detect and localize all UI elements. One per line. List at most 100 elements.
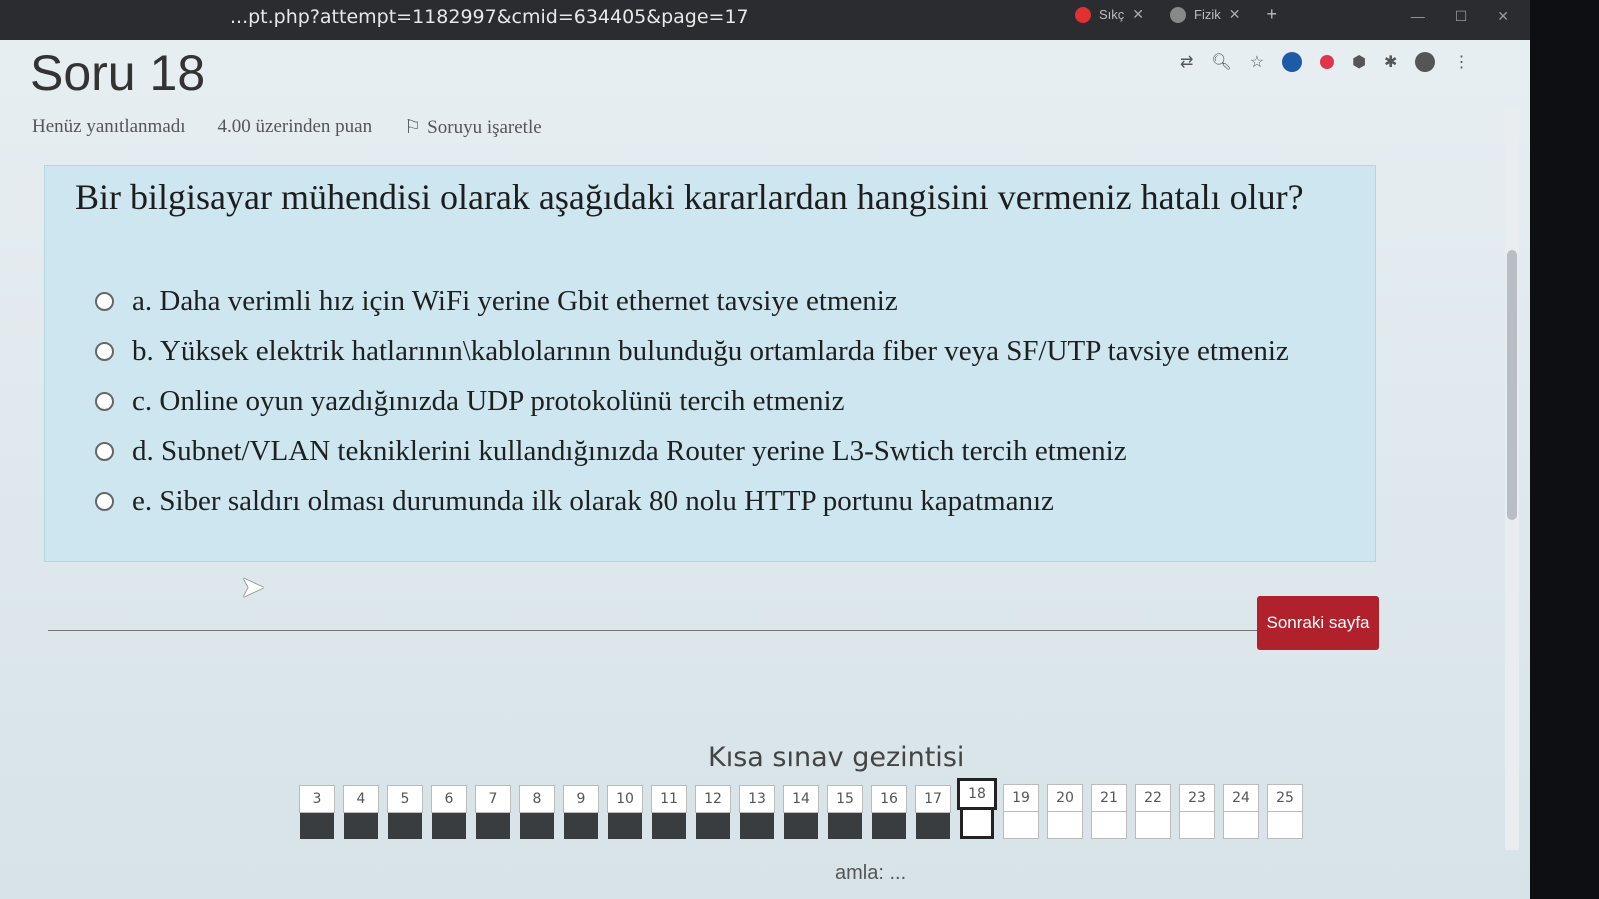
- new-tab-icon[interactable]: +: [1266, 4, 1277, 25]
- quiz-nav-button-18[interactable]: 18: [957, 778, 997, 839]
- tab-2[interactable]: Fizik ✕: [1170, 4, 1240, 25]
- quiz-nav-number: 9: [563, 785, 599, 813]
- quiz-nav-button-4[interactable]: 4: [343, 785, 379, 839]
- quiz-nav-state: [388, 813, 422, 839]
- next-page-button[interactable]: Sonraki sayfa: [1257, 596, 1379, 650]
- quiz-nav-state: [740, 813, 774, 839]
- quiz-nav-button-14[interactable]: 14: [783, 785, 819, 839]
- zoom-icon[interactable]: 🔍︎: [1211, 52, 1231, 72]
- answer-label: a. Daha verimli hız için WiFi yerine Gbi…: [132, 284, 898, 317]
- close-window-icon[interactable]: ✕: [1497, 8, 1509, 25]
- quiz-nav-number: 3: [299, 785, 335, 813]
- profile-icon[interactable]: [1415, 52, 1436, 72]
- quiz-nav-state: [300, 813, 334, 839]
- question-info: Henüz yanıtlanmadı 4.00 üzerinden puan ⚐…: [32, 116, 542, 139]
- mouse-cursor-icon: ➤: [240, 571, 266, 604]
- quiz-nav-number: 16: [871, 785, 907, 813]
- quiz-nav-state: [872, 813, 906, 839]
- quiz-nav-button-6[interactable]: 6: [431, 785, 467, 839]
- extension-icon[interactable]: ⬢: [1352, 52, 1366, 72]
- scrollbar[interactable]: [1505, 110, 1519, 850]
- answer-list: a. Daha verimli hız için WiFi yerine Gbi…: [95, 276, 1289, 526]
- star-icon[interactable]: ☆: [1250, 52, 1264, 72]
- quiz-nav-button-25[interactable]: 25: [1267, 784, 1303, 839]
- points-text: 4.00 üzerinden puan: [217, 116, 373, 137]
- quiz-nav-button-15[interactable]: 15: [827, 785, 863, 839]
- radio-button[interactable]: [95, 491, 114, 511]
- close-icon[interactable]: ✕: [1229, 6, 1241, 23]
- quiz-nav-number: 6: [431, 785, 467, 813]
- quiz-nav-state: [564, 813, 598, 839]
- quiz-nav-button-5[interactable]: 5: [387, 785, 423, 839]
- quiz-nav-number: 17: [915, 785, 951, 813]
- quiz-nav-button-7[interactable]: 7: [475, 785, 511, 839]
- flag-question-link[interactable]: ⚐ Soruyu işaretle: [404, 116, 542, 139]
- quiz-nav-number: 5: [387, 785, 423, 813]
- quiz-nav-number: 10: [607, 785, 643, 813]
- quiz-nav-button-11[interactable]: 11: [651, 785, 687, 839]
- answer-option-c[interactable]: c. Online oyun yazdığınızda UDP protokol…: [95, 376, 1289, 426]
- quiz-nav-button-3[interactable]: 3: [299, 785, 335, 839]
- maximize-icon[interactable]: ☐: [1455, 8, 1468, 25]
- answer-label: d. Subnet/VLAN tekniklerini kullandığını…: [132, 434, 1127, 467]
- quiz-nav-button-16[interactable]: 16: [871, 785, 907, 839]
- puzzle-icon[interactable]: ✱: [1384, 52, 1397, 72]
- quiz-nav-state: [696, 813, 730, 839]
- quiz-nav-state: [1047, 812, 1083, 839]
- quiz-nav-button-19[interactable]: 19: [1003, 784, 1039, 839]
- quiz-nav-state: [1179, 812, 1215, 839]
- footer-text: amla: ...: [835, 862, 907, 884]
- quiz-nav-button-24[interactable]: 24: [1223, 784, 1259, 839]
- quiz-nav-button-12[interactable]: 12: [695, 785, 731, 839]
- flag-icon: ⚐: [404, 117, 422, 138]
- quiz-nav-button-10[interactable]: 10: [607, 785, 643, 839]
- answer-option-b[interactable]: b. Yüksek elektrik hatlarının\kabloların…: [95, 326, 1289, 376]
- answer-option-d[interactable]: d. Subnet/VLAN tekniklerini kullandığını…: [95, 426, 1289, 476]
- tab-label: Fizik: [1194, 7, 1221, 22]
- extension-icon[interactable]: [1282, 52, 1303, 72]
- scroll-thumb[interactable]: [1507, 250, 1517, 520]
- quiz-nav-button-22[interactable]: 22: [1135, 784, 1171, 839]
- radio-button[interactable]: [95, 441, 114, 461]
- menu-icon[interactable]: ⋮: [1453, 52, 1469, 72]
- quiz-navigation-grid: 3 4 5 6 7 8 9 10 11 12 13 14 15 16 17 18 19 20 21 22 23 24 25: [299, 778, 1303, 839]
- quiz-nav-number: 11: [651, 785, 687, 813]
- quiz-nav-state: [1223, 812, 1259, 839]
- quiz-nav-button-17[interactable]: 17: [915, 785, 951, 839]
- monitor-bezel: [1530, 0, 1599, 899]
- radio-button[interactable]: [95, 341, 114, 361]
- quiz-nav-number: 25: [1267, 784, 1303, 812]
- window-controls: — ☐ ✕: [1411, 8, 1509, 25]
- quiz-nav-button-13[interactable]: 13: [739, 785, 775, 839]
- translate-icon[interactable]: ⇄: [1180, 52, 1193, 72]
- close-icon[interactable]: ✕: [1132, 6, 1144, 23]
- radio-button[interactable]: [95, 291, 114, 311]
- quiz-nav-number: 24: [1223, 784, 1259, 812]
- quiz-nav-number: 12: [695, 785, 731, 813]
- quiz-nav-number: 7: [475, 785, 511, 813]
- answer-option-e[interactable]: e. Siber saldırı olması durumunda ilk ol…: [95, 476, 1289, 526]
- quiz-nav-state: [432, 813, 466, 839]
- quiz-nav-state: [1003, 812, 1039, 839]
- quiz-nav-button-21[interactable]: 21: [1091, 784, 1127, 839]
- radio-button[interactable]: [95, 391, 114, 411]
- quiz-nav-state: [828, 813, 862, 839]
- quiz-nav-button-9[interactable]: 9: [563, 785, 599, 839]
- google-icon: [1170, 6, 1187, 23]
- quiz-nav-number: 21: [1091, 784, 1127, 812]
- quiz-nav-button-23[interactable]: 23: [1179, 784, 1215, 839]
- address-bar[interactable]: ...pt.php?attempt=1182997&cmid=634405&pa…: [230, 6, 749, 28]
- extension-icon[interactable]: [1320, 55, 1335, 69]
- minimize-icon[interactable]: —: [1411, 8, 1425, 25]
- answer-label: e. Siber saldırı olması durumunda ilk ol…: [132, 484, 1054, 517]
- quiz-nav-button-8[interactable]: 8: [519, 785, 555, 839]
- tab-1[interactable]: Sıkç ✕: [1075, 4, 1144, 25]
- flag-label: Soruyu işaretle: [427, 116, 542, 138]
- quiz-nav-number: 22: [1135, 784, 1171, 812]
- quiz-nav-button-20[interactable]: 20: [1047, 784, 1083, 839]
- quiz-nav-number: 15: [827, 785, 863, 813]
- answer-option-a[interactable]: a. Daha verimli hız için WiFi yerine Gbi…: [95, 276, 1289, 326]
- divider: [48, 630, 1374, 631]
- opera-icon: [1075, 6, 1091, 23]
- quiz-nav-number: 13: [739, 785, 775, 813]
